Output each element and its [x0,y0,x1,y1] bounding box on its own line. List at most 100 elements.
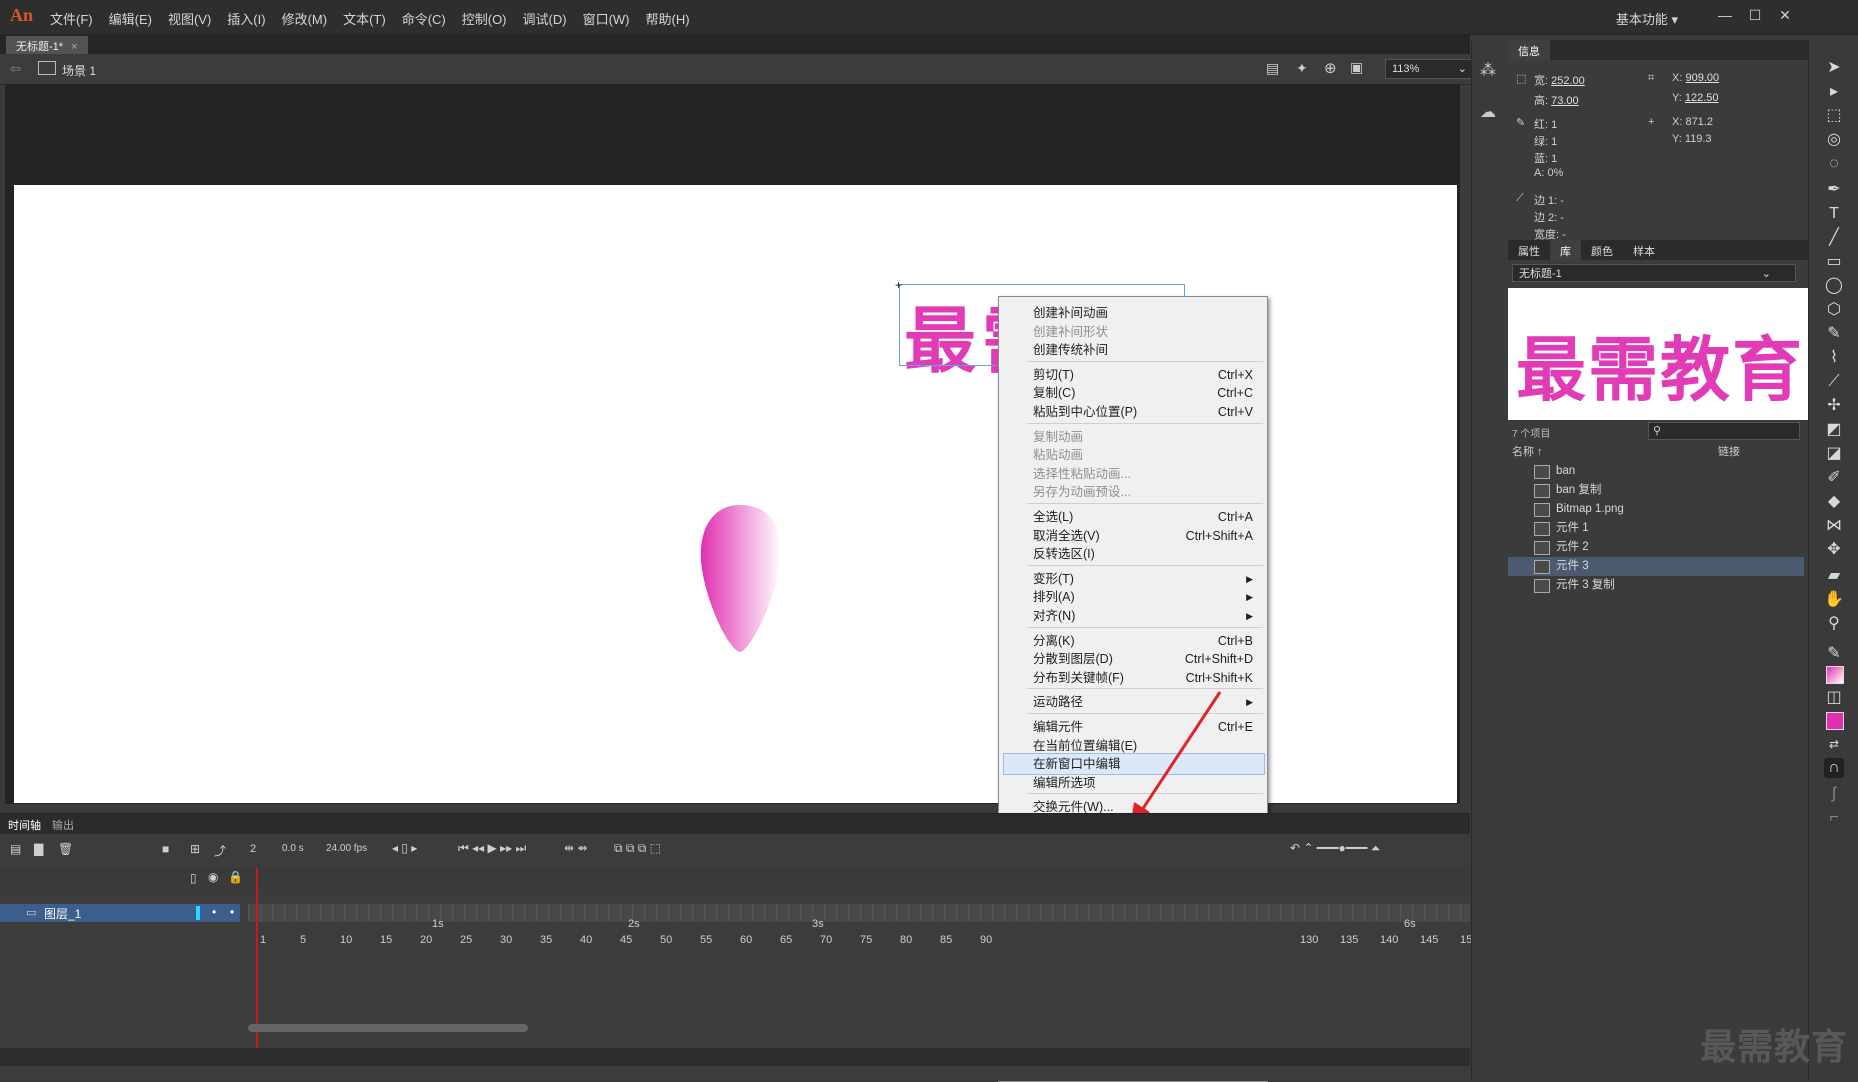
tab-1[interactable]: 库 [1550,240,1581,262]
back-arrow-icon[interactable]: ⇦ [10,61,21,77]
center-stage-icon[interactable]: ⊕ [1324,59,1337,77]
context-menu-item[interactable]: 变形(T) ▶ [1033,569,1253,589]
subselection-tool-icon[interactable]: ▸ [1824,82,1844,102]
current-frame[interactable]: 2 [250,843,256,855]
menu-item-2[interactable]: 视图(V) [168,9,211,28]
width-tool-icon[interactable]: ⋈ [1824,516,1844,536]
library-search-input[interactable]: ⚲ [1648,422,1800,440]
zoom-tool-icon[interactable]: ⚲ [1824,614,1844,634]
library-item[interactable]: Bitmap 1.png [1508,500,1804,519]
menu-item-3[interactable]: 插入(I) [227,9,265,28]
context-menu-item[interactable]: 分离(K) Ctrl+B [1033,631,1253,651]
pin-tool-icon[interactable]: ✥ [1824,540,1844,560]
motion-presets-icon[interactable]: ⁂ [1480,60,1496,80]
library-col-link[interactable]: 链接 [1718,443,1740,459]
y-value[interactable]: 122.50 [1685,92,1719,104]
context-menu-item[interactable]: 全选(L) Ctrl+A [1033,507,1253,527]
fill-color-swatch[interactable] [1826,712,1844,730]
context-menu-item[interactable]: 反转选区(I) [1033,544,1253,564]
menu-item-4[interactable]: 修改(M) [282,9,328,28]
layer-parenting-icon[interactable]: ⊞ [190,842,200,856]
stroke-color-swatch[interactable] [1826,666,1844,684]
scene-label[interactable]: 场景 1 [62,62,96,79]
height-value[interactable]: 73.00 [1551,95,1579,107]
library-item[interactable]: 元件 3 复制 [1508,576,1804,595]
x-value[interactable]: 909.00 [1685,72,1719,84]
library-item[interactable]: ban [1508,462,1804,481]
line-tool-icon[interactable]: ╱ [1824,228,1844,248]
droplet-shape[interactable] [690,500,790,660]
pen-tool-icon[interactable]: ✒ [1824,180,1844,200]
context-menu-item[interactable]: 排列(A) ▶ [1033,587,1253,607]
context-menu-item[interactable]: 剪切(T) Ctrl+X [1033,365,1253,385]
frame-rate[interactable]: 24.00 fps [326,843,367,854]
playhead[interactable] [256,868,258,1048]
eyedropper-tool-icon[interactable]: ✐ [1824,468,1844,488]
context-menu-item[interactable]: 粘贴到中心位置(P) Ctrl+V [1033,402,1253,422]
swap-colors-icon[interactable]: ⇄ [1824,734,1844,754]
zoom-select[interactable]: 113% ⌄ [1385,59,1473,79]
layer-row[interactable]: ▭ 图层_1 • • [0,904,240,922]
context-menu-item[interactable]: 分布到关键帧(F) Ctrl+Shift+K [1033,668,1253,688]
3d-rotation-tool-icon[interactable]: ◎ [1824,130,1844,150]
edit-symbol-icon[interactable]: ✦ [1296,60,1308,77]
pencil-tool-icon[interactable]: ✎ [1824,324,1844,344]
camera-tool-icon[interactable]: ▰ [1824,566,1844,586]
tab-0[interactable]: 属性 [1508,240,1550,262]
menu-item-8[interactable]: 调试(D) [523,9,567,28]
library-item[interactable]: 元件 3 [1508,557,1804,576]
maximize-button[interactable]: ☐ [1742,4,1768,26]
library-item[interactable]: ban 复制 [1508,481,1804,500]
minimize-button[interactable]: — [1712,4,1738,26]
layer-name[interactable]: 图层_1 [44,905,81,922]
edit-scene-icon[interactable]: ▤ [1266,60,1279,77]
brush-tool-icon[interactable]: ⟋ [1824,372,1844,392]
text-tool-icon[interactable]: T [1824,204,1844,224]
playback-controls-icon[interactable]: ◂ ▯ ▸ [392,841,417,855]
smooth-icon[interactable]: ʃ [1824,784,1844,804]
tab-2[interactable]: 颜色 [1581,240,1623,262]
context-menu-item[interactable]: 创建补间动画 [1033,303,1253,323]
transport-icons[interactable]: ⏮ ◂◂ ▶ ▸▸ ⏭ [458,841,526,856]
new-layer-icon[interactable]: ▤ [10,842,21,856]
fill-color-icon[interactable]: ◫ [1824,688,1844,708]
context-menu-item[interactable]: 分散到图层(D) Ctrl+Shift+D [1033,649,1253,669]
cc-libraries-icon[interactable]: ☁ [1480,102,1496,122]
snap-to-objects-icon[interactable]: ∩ [1824,758,1844,778]
close-tab-icon[interactable]: × [71,41,77,53]
document-tab[interactable]: 无标题-1* × [6,36,88,56]
menu-item-7[interactable]: 控制(O) [462,9,507,28]
menu-item-5[interactable]: 文本(T) [343,9,386,28]
tab-output[interactable]: 输出 [52,817,74,833]
width-value[interactable]: 252.00 [1551,75,1585,87]
delete-layer-icon[interactable]: 🗑 [58,842,73,856]
menu-item-9[interactable]: 窗口(W) [583,9,630,28]
straighten-icon[interactable]: ⌐ [1824,808,1844,828]
visible-dot[interactable]: • [212,905,216,919]
free-transform-tool-icon[interactable]: ⬚ [1824,106,1844,126]
bone-tool-icon[interactable]: ✢ [1824,396,1844,416]
tab-3[interactable]: 样本 [1623,240,1665,262]
library-item[interactable]: 元件 1 [1508,519,1804,538]
context-menu-item[interactable]: 复制(C) Ctrl+C [1033,383,1253,403]
library-item[interactable]: 元件 2 [1508,538,1804,557]
lock-icon[interactable]: 🔒 [228,870,243,884]
elapsed-time[interactable]: 0.0 s [282,843,304,854]
timeline-options-icons[interactable]: ↶ ⌃ ━━━●━━━ ⏶ [1290,841,1380,856]
loop-icons[interactable]: ⇹ ⇴ [564,841,587,855]
context-menu-item[interactable]: 取消全选(V) Ctrl+Shift+A [1033,526,1253,546]
library-col-name[interactable]: 名称 ↑ [1512,443,1543,459]
workspace-switcher[interactable]: 基本功能 ▾ [1616,9,1678,28]
polystar-tool-icon[interactable]: ⬡ [1824,300,1844,320]
hand-tool-icon[interactable]: ✋ [1824,590,1844,610]
stroke-color-icon[interactable]: ✎ [1824,644,1844,664]
context-menu-item[interactable]: 创建传统补间 [1033,340,1253,360]
onion-skin-icons[interactable]: ⧉ ⧉ ⧉ ⬚ [614,841,661,856]
menu-item-6[interactable]: 命令(C) [402,9,446,28]
show-layers-icon[interactable]: ▯ [190,871,197,885]
tab-timeline[interactable]: 时间轴 [8,817,41,833]
lock-dot[interactable]: • [230,905,234,919]
ink-bottle-tool-icon[interactable]: ◪ [1824,444,1844,464]
oval-tool-icon[interactable]: ◯ [1824,276,1844,296]
new-folder-icon[interactable]: ▇ [34,842,43,856]
